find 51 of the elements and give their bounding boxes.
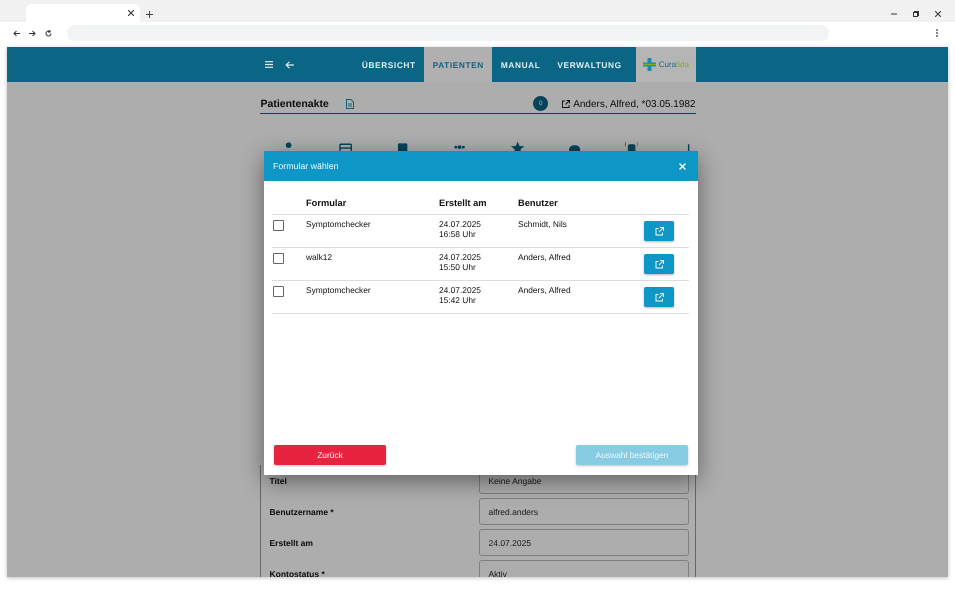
table-cell-text: 24.07.2025 15:42 Uhr	[439, 284, 482, 307]
field-label: Kontostatus *	[268, 568, 326, 577]
table-cell-text: 24.07.2025 15:50 Uhr	[439, 251, 482, 274]
document-icon[interactable]	[346, 99, 354, 109]
back-button[interactable]: Zurück	[274, 445, 386, 465]
field-label: Benutzername *	[268, 506, 335, 516]
column-header: Benutzer	[518, 198, 559, 210]
nav-tab[interactable]: VERWALTUNG	[548, 47, 630, 82]
external-link-icon	[654, 260, 664, 268]
new-tab-icon[interactable]	[146, 11, 153, 18]
patient-name: Anders, Alfred, *03.05.1982	[573, 98, 696, 110]
open-button[interactable]	[644, 287, 674, 307]
forward-icon[interactable]	[29, 30, 36, 36]
nav-tab[interactable]: MANUAL	[492, 47, 549, 82]
cross-logo-icon	[642, 58, 656, 71]
input-field[interactable]: alfred.anders	[478, 498, 688, 525]
external-link-icon	[654, 226, 664, 236]
logo-tile[interactable]: Curafida	[636, 47, 696, 82]
logo-text: Curafida	[658, 60, 689, 69]
table-cell-text: Anders, Alfred	[518, 284, 572, 297]
menu-icon[interactable]	[264, 60, 274, 69]
field-label: Titel	[268, 476, 288, 486]
table-cell-text: Anders, Alfred	[518, 251, 572, 264]
page-title: Patientenakte	[260, 98, 329, 110]
reload-icon[interactable]	[45, 30, 52, 36]
minimize-icon[interactable]	[891, 11, 897, 17]
checkbox[interactable]	[273, 286, 284, 297]
checkbox[interactable]	[273, 220, 284, 231]
external-link-icon[interactable]	[562, 100, 570, 108]
open-button[interactable]	[644, 254, 674, 274]
column-header: Erstellt am	[439, 198, 488, 210]
restore-icon[interactable]	[913, 11, 919, 17]
open-button[interactable]	[644, 221, 674, 241]
nav-tab[interactable]: ÜBERSICHT	[353, 47, 424, 82]
close-icon[interactable]	[935, 11, 941, 17]
nav-tab[interactable]: PATIENTEN	[424, 47, 492, 82]
close-icon[interactable]	[128, 10, 134, 16]
checkbox[interactable]	[273, 253, 284, 264]
table-cell-text: 24.07.2025 16:58 Uhr	[439, 218, 482, 241]
field-label: Erstellt am	[268, 538, 314, 548]
input-field[interactable]: 24.07.2025	[478, 529, 688, 556]
back-arrow-icon[interactable]	[285, 60, 294, 70]
external-link-icon	[654, 292, 664, 302]
table-cell-text: walk12	[306, 251, 334, 264]
column-header: Formular	[306, 198, 348, 210]
dialog-title: Formular wählen	[273, 161, 339, 171]
table-cell-text: Schmidt, Nils	[518, 218, 568, 231]
table-cell-text: Symptomchecker	[306, 284, 372, 297]
input-field[interactable]: Aktiv	[478, 560, 688, 577]
table-cell-text: Symptomchecker	[306, 218, 372, 231]
back-icon[interactable]	[13, 30, 20, 36]
